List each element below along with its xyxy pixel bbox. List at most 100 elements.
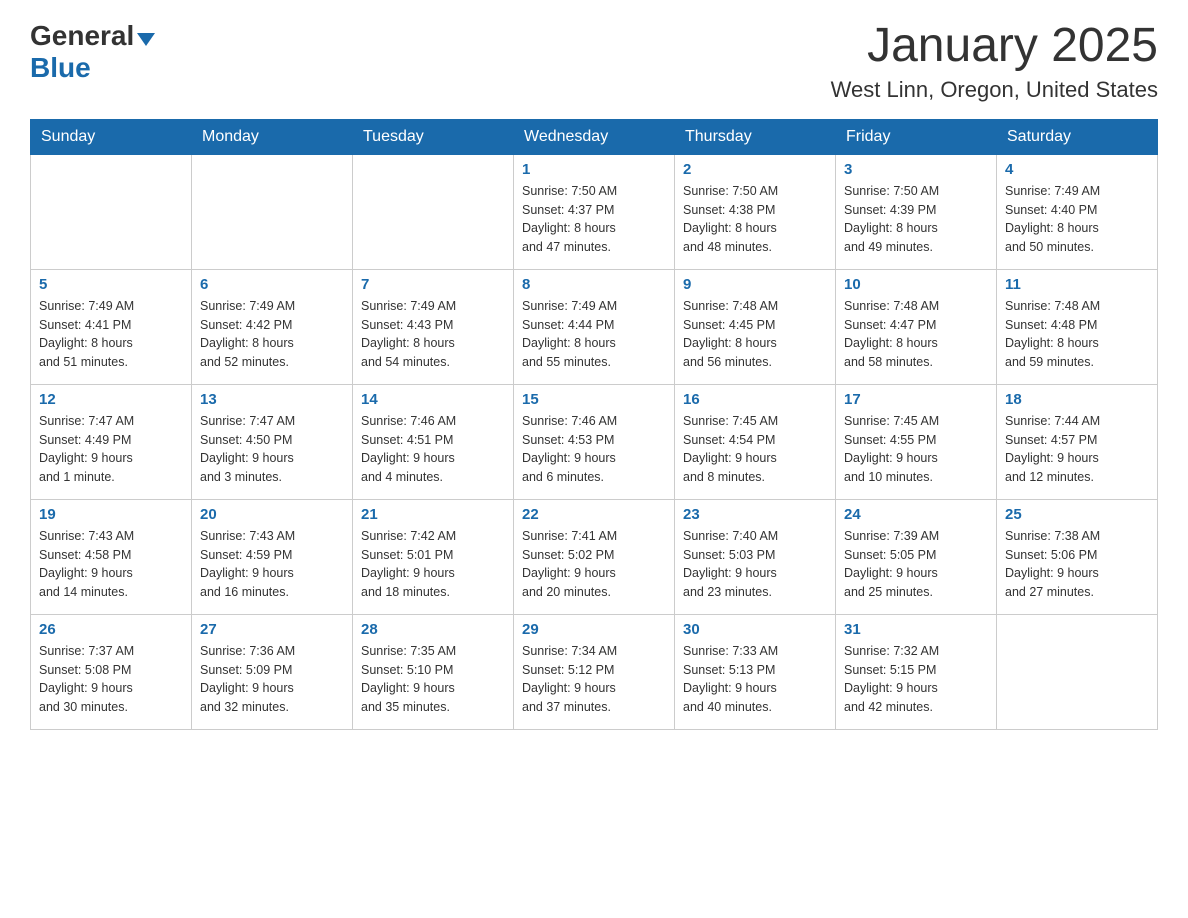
day-info: Sunrise: 7:48 AMSunset: 4:48 PMDaylight:… [1005, 297, 1149, 372]
day-info: Sunrise: 7:47 AMSunset: 4:50 PMDaylight:… [200, 412, 344, 487]
day-info: Sunrise: 7:34 AMSunset: 5:12 PMDaylight:… [522, 642, 666, 717]
calendar-cell: 4 Sunrise: 7:49 AMSunset: 4:40 PMDaylight… [997, 154, 1158, 269]
calendar-table: SundayMondayTuesdayWednesdayThursdayFrid… [30, 119, 1158, 730]
calendar-header-monday: Monday [192, 119, 353, 154]
calendar-week-row: 5 Sunrise: 7:49 AMSunset: 4:41 PMDaylight… [31, 269, 1158, 384]
calendar-cell: 2 Sunrise: 7:50 AMSunset: 4:38 PMDaylight… [675, 154, 836, 269]
calendar-cell: 13 Sunrise: 7:47 AMSunset: 4:50 PMDayligh… [192, 384, 353, 499]
calendar-header-friday: Friday [836, 119, 997, 154]
day-number: 1 [522, 161, 666, 178]
day-number: 29 [522, 621, 666, 638]
day-info: Sunrise: 7:49 AMSunset: 4:41 PMDaylight:… [39, 297, 183, 372]
calendar-cell: 16 Sunrise: 7:45 AMSunset: 4:54 PMDayligh… [675, 384, 836, 499]
calendar-cell: 12 Sunrise: 7:47 AMSunset: 4:49 PMDayligh… [31, 384, 192, 499]
calendar-cell: 31Sunrise: 7:32 AMSunset: 5:15 PMDayligh… [836, 614, 997, 729]
day-info: Sunrise: 7:48 AMSunset: 4:45 PMDaylight:… [683, 297, 827, 372]
day-info: Sunrise: 7:50 AMSunset: 4:37 PMDaylight:… [522, 182, 666, 257]
day-info: Sunrise: 7:42 AMSunset: 5:01 PMDaylight:… [361, 527, 505, 602]
calendar-week-row: 12 Sunrise: 7:47 AMSunset: 4:49 PMDayligh… [31, 384, 1158, 499]
day-info: Sunrise: 7:46 AMSunset: 4:53 PMDaylight:… [522, 412, 666, 487]
calendar-cell: 25 Sunrise: 7:38 AMSunset: 5:06 PMDayligh… [997, 499, 1158, 614]
logo: General Blue [30, 20, 155, 84]
day-info: Sunrise: 7:41 AMSunset: 5:02 PMDaylight:… [522, 527, 666, 602]
calendar-cell: 8Sunrise: 7:49 AMSunset: 4:44 PMDaylight… [514, 269, 675, 384]
calendar-cell: 24 Sunrise: 7:39 AMSunset: 5:05 PMDayligh… [836, 499, 997, 614]
calendar-cell [997, 614, 1158, 729]
day-number: 9 [683, 276, 827, 293]
calendar-cell: 18 Sunrise: 7:44 AMSunset: 4:57 PMDayligh… [997, 384, 1158, 499]
day-info: Sunrise: 7:49 AMSunset: 4:40 PMDaylight:… [1005, 182, 1149, 257]
day-number: 13 [200, 391, 344, 408]
calendar-cell: 14 Sunrise: 7:46 AMSunset: 4:51 PMDayligh… [353, 384, 514, 499]
day-info: Sunrise: 7:44 AMSunset: 4:57 PMDaylight:… [1005, 412, 1149, 487]
day-number: 5 [39, 276, 183, 293]
calendar-cell: 26Sunrise: 7:37 AMSunset: 5:08 PMDayligh… [31, 614, 192, 729]
calendar-cell: 3Sunrise: 7:50 AMSunset: 4:39 PMDaylight… [836, 154, 997, 269]
calendar-cell: 9 Sunrise: 7:48 AMSunset: 4:45 PMDaylight… [675, 269, 836, 384]
calendar-cell: 21 Sunrise: 7:42 AMSunset: 5:01 PMDayligh… [353, 499, 514, 614]
day-info: Sunrise: 7:43 AMSunset: 4:58 PMDaylight:… [39, 527, 183, 602]
day-number: 17 [844, 391, 988, 408]
day-number: 21 [361, 506, 505, 523]
calendar-header-tuesday: Tuesday [353, 119, 514, 154]
day-number: 24 [844, 506, 988, 523]
day-info: Sunrise: 7:45 AMSunset: 4:54 PMDaylight:… [683, 412, 827, 487]
day-number: 18 [1005, 391, 1149, 408]
day-info: Sunrise: 7:35 AMSunset: 5:10 PMDaylight:… [361, 642, 505, 717]
calendar-cell: 7 Sunrise: 7:49 AMSunset: 4:43 PMDaylight… [353, 269, 514, 384]
calendar-cell [192, 154, 353, 269]
day-info: Sunrise: 7:50 AMSunset: 4:38 PMDaylight:… [683, 182, 827, 257]
day-number: 23 [683, 506, 827, 523]
day-number: 19 [39, 506, 183, 523]
day-number: 3 [844, 161, 988, 178]
day-number: 26 [39, 621, 183, 638]
day-number: 15 [522, 391, 666, 408]
calendar-cell: 6 Sunrise: 7:49 AMSunset: 4:42 PMDaylight… [192, 269, 353, 384]
day-number: 12 [39, 391, 183, 408]
day-info: Sunrise: 7:39 AMSunset: 5:05 PMDaylight:… [844, 527, 988, 602]
day-info: Sunrise: 7:46 AMSunset: 4:51 PMDaylight:… [361, 412, 505, 487]
calendar-cell: 30 Sunrise: 7:33 AMSunset: 5:13 PMDayligh… [675, 614, 836, 729]
day-info: Sunrise: 7:49 AMSunset: 4:43 PMDaylight:… [361, 297, 505, 372]
calendar-cell: 20 Sunrise: 7:43 AMSunset: 4:59 PMDayligh… [192, 499, 353, 614]
calendar-cell [353, 154, 514, 269]
day-number: 7 [361, 276, 505, 293]
day-info: Sunrise: 7:49 AMSunset: 4:42 PMDaylight:… [200, 297, 344, 372]
page-header: General Blue January 2025 West Linn, Ore… [30, 20, 1158, 103]
day-number: 16 [683, 391, 827, 408]
day-number: 2 [683, 161, 827, 178]
day-info: Sunrise: 7:38 AMSunset: 5:06 PMDaylight:… [1005, 527, 1149, 602]
day-number: 25 [1005, 506, 1149, 523]
day-number: 14 [361, 391, 505, 408]
calendar-week-row: 1 Sunrise: 7:50 AMSunset: 4:37 PMDaylight… [31, 154, 1158, 269]
calendar-header-sunday: Sunday [31, 119, 192, 154]
main-title: January 2025 [831, 20, 1158, 73]
logo-triangle-icon [137, 33, 155, 46]
day-number: 4 [1005, 161, 1149, 178]
day-number: 6 [200, 276, 344, 293]
day-number: 20 [200, 506, 344, 523]
title-block: January 2025 West Linn, Oregon, United S… [831, 20, 1158, 103]
day-info: Sunrise: 7:36 AMSunset: 5:09 PMDaylight:… [200, 642, 344, 717]
day-info: Sunrise: 7:40 AMSunset: 5:03 PMDaylight:… [683, 527, 827, 602]
calendar-cell: 10Sunrise: 7:48 AMSunset: 4:47 PMDayligh… [836, 269, 997, 384]
day-info: Sunrise: 7:43 AMSunset: 4:59 PMDaylight:… [200, 527, 344, 602]
day-number: 30 [683, 621, 827, 638]
calendar-cell: 23 Sunrise: 7:40 AMSunset: 5:03 PMDayligh… [675, 499, 836, 614]
logo-blue-text: Blue [30, 52, 91, 83]
day-info: Sunrise: 7:33 AMSunset: 5:13 PMDaylight:… [683, 642, 827, 717]
calendar-header-wednesday: Wednesday [514, 119, 675, 154]
calendar-cell [31, 154, 192, 269]
day-number: 22 [522, 506, 666, 523]
logo-general-text: General [30, 20, 134, 52]
calendar-header-row: SundayMondayTuesdayWednesdayThursdayFrid… [31, 119, 1158, 154]
calendar-cell: 29 Sunrise: 7:34 AMSunset: 5:12 PMDayligh… [514, 614, 675, 729]
calendar-cell: 17Sunrise: 7:45 AMSunset: 4:55 PMDayligh… [836, 384, 997, 499]
day-info: Sunrise: 7:47 AMSunset: 4:49 PMDaylight:… [39, 412, 183, 487]
calendar-cell: 27 Sunrise: 7:36 AMSunset: 5:09 PMDayligh… [192, 614, 353, 729]
day-number: 10 [844, 276, 988, 293]
day-number: 28 [361, 621, 505, 638]
day-number: 11 [1005, 276, 1149, 293]
day-info: Sunrise: 7:49 AMSunset: 4:44 PMDaylight:… [522, 297, 666, 372]
day-number: 27 [200, 621, 344, 638]
